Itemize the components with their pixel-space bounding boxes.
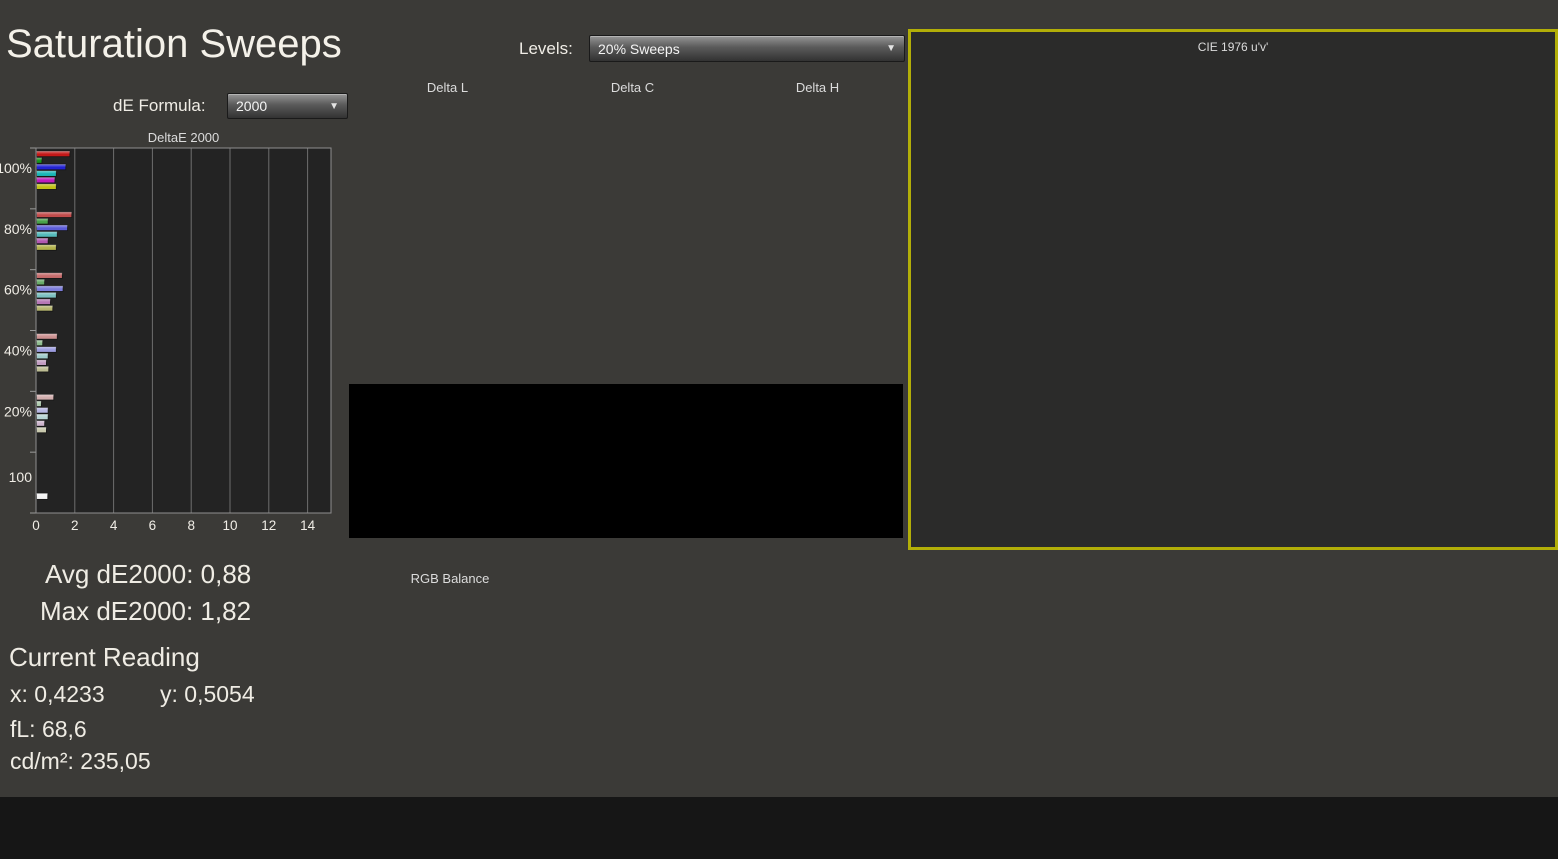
- chevron-down-icon: ▼: [329, 100, 339, 112]
- avg-de2000-stat: Avg dE2000: 0,88: [45, 559, 252, 589]
- svg-text:20%: 20%: [4, 403, 32, 419]
- saturation-sweeps-page: Saturation Sweeps dE Formula: 2000 ▼ Lev…: [0, 0, 1558, 859]
- de-formula-label: dE Formula:: [113, 96, 206, 115]
- chevron-down-icon: ▼: [886, 43, 896, 54]
- delta-l-chart: Delta L: [355, 78, 530, 390]
- current-cdm2-stat: cd/m²: 235,05: [10, 748, 151, 774]
- delta-h-chart: Delta H: [725, 78, 900, 390]
- de-formula-dropdown[interactable]: 2000 ▼: [227, 93, 348, 119]
- current-reading-heading: Current Reading: [9, 642, 200, 672]
- current-y-stat: y: 0,5054: [160, 681, 255, 707]
- levels-label: Levels:: [519, 39, 573, 58]
- svg-text:80%: 80%: [4, 221, 32, 237]
- levels-dropdown[interactable]: 20% Sweeps ▼: [589, 35, 905, 62]
- deltae2000-chart: DeltaE 2000 100% 80% 60% 40% 20% 100 0 2 4 6 8 10 12…: [0, 128, 340, 540]
- rgb-balance-chart-title: RGB Balance: [410, 571, 490, 586]
- page-title: Saturation Sweeps: [6, 22, 342, 66]
- deltae2000-plot: 100% 80% 60% 40% 20% 100 0 2 4 6 8 10 12 14: [0, 147, 332, 533]
- delta-c-chart: Delta C: [540, 78, 715, 390]
- svg-text:10: 10: [222, 518, 237, 533]
- delta-h-chart-title: Delta H: [795, 80, 840, 95]
- svg-text:4: 4: [110, 518, 118, 533]
- delta-l-chart-title: Delta L: [426, 80, 469, 95]
- cie-chart-title: CIE 1976 u'v': [1197, 40, 1269, 54]
- svg-text:60%: 60%: [4, 282, 32, 298]
- max-de2000-stat: Max dE2000: 1,82: [40, 596, 252, 626]
- current-x-stat: x: 0,4233: [10, 681, 105, 707]
- de-formula-value: 2000: [236, 98, 268, 114]
- delta-c-chart-title: Delta C: [610, 80, 655, 95]
- bottom-bar: [0, 797, 1558, 859]
- svg-text:14: 14: [300, 518, 316, 533]
- rgb-balance-chart: RGB Balance: [290, 560, 590, 790]
- levels-value: 20% Sweeps: [598, 40, 680, 57]
- svg-text:8: 8: [187, 518, 195, 533]
- svg-text:100: 100: [9, 469, 33, 485]
- svg-text:100%: 100%: [0, 160, 32, 176]
- svg-text:12: 12: [261, 518, 276, 533]
- svg-text:6: 6: [149, 518, 157, 533]
- svg-text:0: 0: [32, 518, 40, 533]
- actual-target-swatch-panel: [349, 384, 903, 538]
- cie-chart: CIE 1976 u'v': [908, 29, 1558, 550]
- current-fl-stat: fL: 68,6: [10, 716, 87, 742]
- svg-text:2: 2: [71, 518, 79, 533]
- svg-text:40%: 40%: [4, 343, 32, 359]
- deltae2000-chart-title: DeltaE 2000: [147, 130, 220, 145]
